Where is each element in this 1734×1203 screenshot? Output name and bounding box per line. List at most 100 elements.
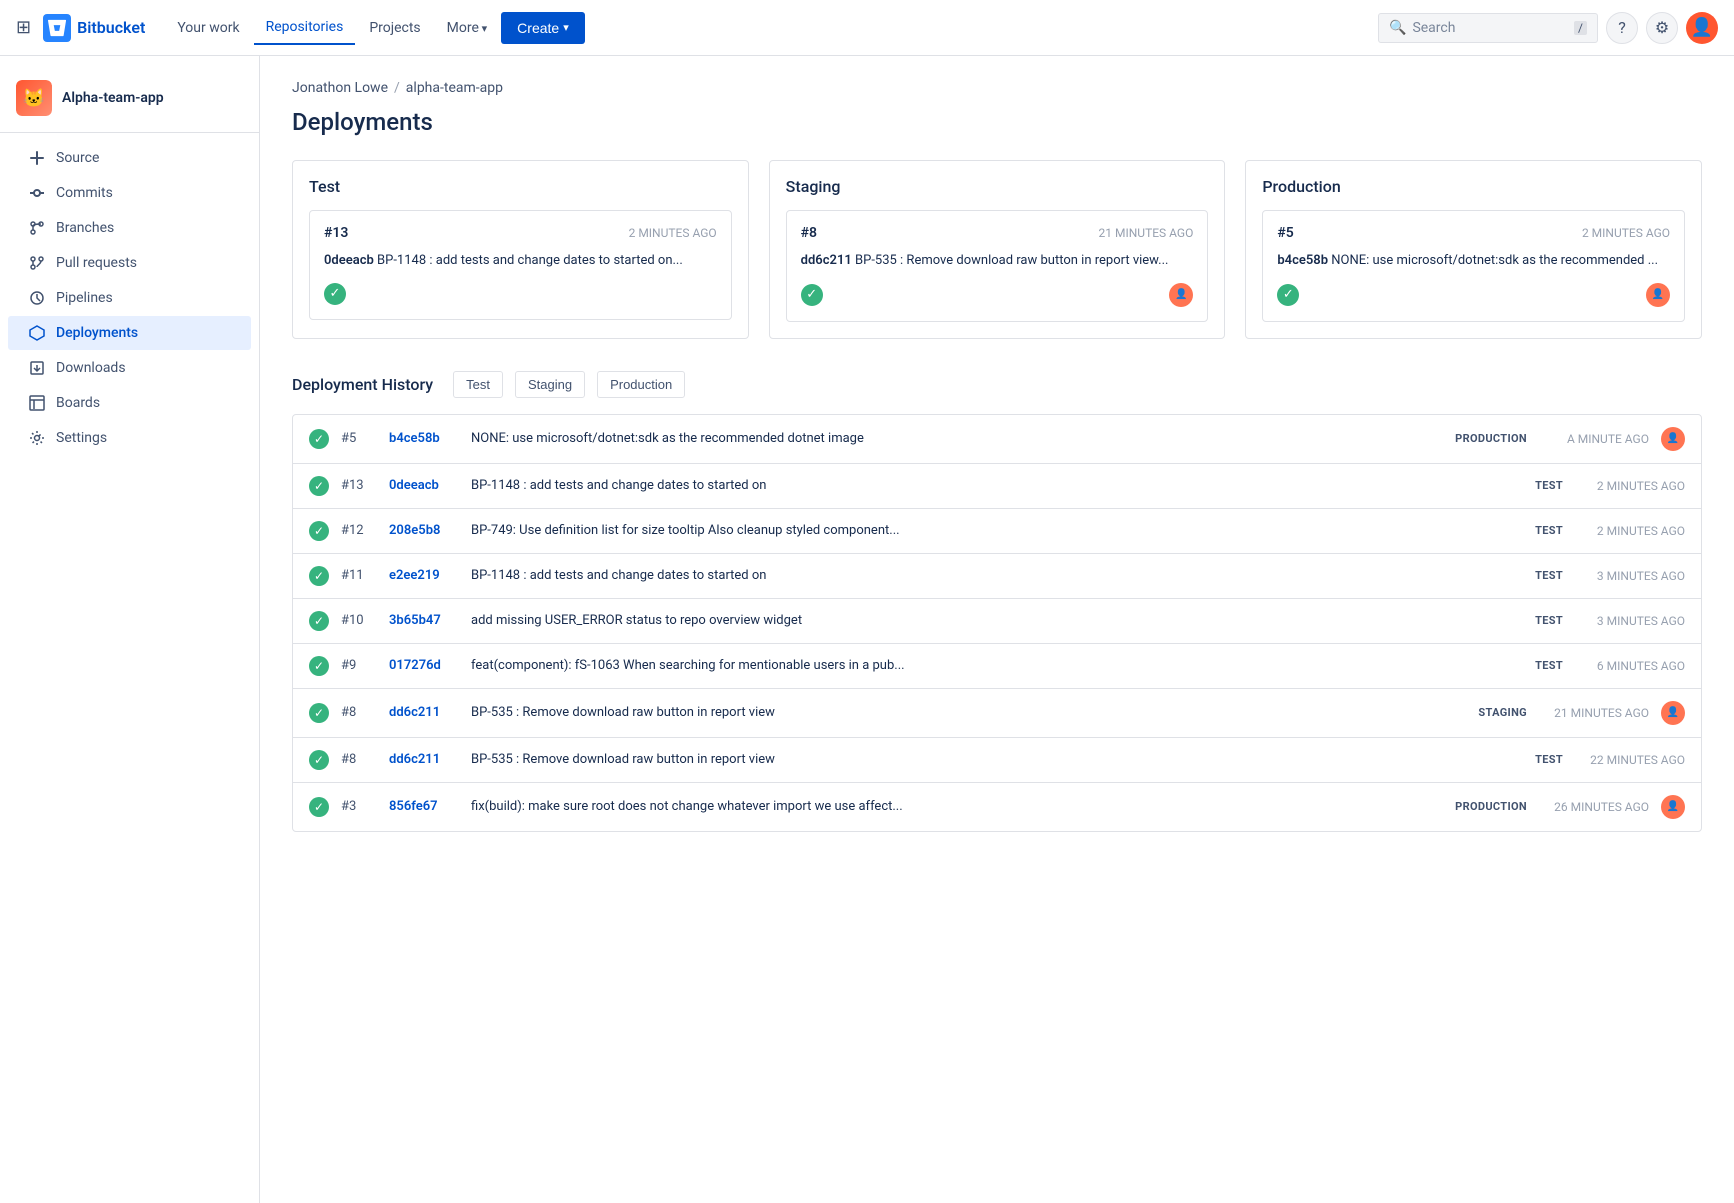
sidebar-item-deployments-label: Deployments [56,325,138,341]
history-row-8-num: #3 [341,799,377,814]
sidebar-item-settings[interactable]: Settings [8,421,251,455]
sidebar-item-source[interactable]: Source [8,141,251,175]
help-button[interactable]: ? [1606,12,1638,44]
history-row-8-time: 26 MINUTES AGO [1539,800,1649,814]
history-row-8[interactable]: ✓ #3 856fe67 fix(build): make sure root … [293,783,1701,831]
history-row-4-time: 3 MINUTES AGO [1575,614,1685,628]
env-card-test-status-icon: ✓ [324,283,346,305]
search-shortcut-key: / [1574,21,1587,35]
history-row-8-status: ✓ [309,797,329,817]
env-card-test-num: #13 [324,225,348,241]
history-row-3-num: #11 [341,568,377,583]
breadcrumb-user[interactable]: Jonathon Lowe [292,80,388,96]
env-card-staging-num: #8 [801,225,817,241]
breadcrumb-separator: / [394,80,400,96]
history-row-3-hash: e2ee219 [389,568,459,583]
history-row-7-message: BP-535 : Remove download raw button in r… [471,752,1471,767]
history-row-6-hash: dd6c211 [389,705,459,720]
history-row-3-status: ✓ [309,566,329,586]
commits-icon [28,184,46,202]
env-card-staging-avatar: 👤 [1169,283,1193,307]
history-header: Deployment History Test Staging Producti… [292,371,1702,398]
sidebar-item-source-label: Source [56,150,99,166]
main-content: Jonathon Lowe / alpha-team-app Deploymen… [260,56,1734,1203]
nav-your-work[interactable]: Your work [165,12,251,44]
sidebar-item-pull-requests[interactable]: Pull requests [8,246,251,280]
settings-button[interactable]: ⚙ [1646,12,1678,44]
nav-more[interactable]: More [435,12,500,44]
history-row-5-num: #9 [341,658,377,673]
app-layout: 🐱 Alpha-team-app Source Commits Branches [0,56,1734,1203]
history-filter-test[interactable]: Test [453,371,503,398]
downloads-icon [28,359,46,377]
history-filter-production[interactable]: Production [597,371,685,398]
sidebar-item-branches-label: Branches [56,220,114,236]
grid-icon[interactable]: ⊞ [16,17,31,38]
sidebar: 🐱 Alpha-team-app Source Commits Branches [0,56,260,1203]
search-bar[interactable]: 🔍 Search / [1378,13,1598,43]
history-row-5[interactable]: ✓ #9 017276d feat(component): fS-1063 Wh… [293,644,1701,689]
history-row-3[interactable]: ✓ #11 e2ee219 BP-1148 : add tests and ch… [293,554,1701,599]
env-card-test-commit: 0deeacb BP-1148 : add tests and change d… [324,251,717,271]
pull-requests-icon [28,254,46,272]
env-card-production-time: 2 MINUTES AGO [1582,226,1670,240]
history-row-3-env: TEST [1483,569,1563,582]
sidebar-item-boards[interactable]: Boards [8,386,251,420]
history-row-1-time: 2 MINUTES AGO [1575,479,1685,493]
history-row-6-avatar: 👤 [1661,701,1685,725]
history-table: ✓ #5 b4ce58b NONE: use microsoft/dotnet:… [292,414,1702,832]
branches-icon [28,219,46,237]
history-filter-staging[interactable]: Staging [515,371,585,398]
env-card-production-header: #5 2 MINUTES AGO [1277,225,1670,241]
boards-icon [28,394,46,412]
history-row-4-hash: 3b65b47 [389,613,459,628]
sidebar-item-pipelines[interactable]: Pipelines [8,281,251,315]
env-card-production: Production #5 2 MINUTES AGO b4ce58b NONE… [1245,160,1702,339]
env-card-test: Test #13 2 MINUTES AGO 0deeacb BP-1148 :… [292,160,749,339]
nav-projects[interactable]: Projects [357,12,432,44]
history-row-7-time: 22 MINUTES AGO [1575,753,1685,767]
bitbucket-logo-text: Bitbucket [77,18,145,37]
repo-icon-bg: 🐱 [16,80,52,116]
history-row-8-hash: 856fe67 [389,799,459,814]
history-row-0-time: A MINUTE AGO [1539,432,1649,446]
history-row-4[interactable]: ✓ #10 3b65b47 add missing USER_ERROR sta… [293,599,1701,644]
history-row-2[interactable]: ✓ #12 208e5b8 BP-749: Use definition lis… [293,509,1701,554]
history-row-5-message: feat(component): fS-1063 When searching … [471,658,1471,673]
environment-cards: Test #13 2 MINUTES AGO 0deeacb BP-1148 :… [292,160,1702,339]
env-card-staging-commit: dd6c211 BP-535 : Remove download raw but… [801,251,1194,271]
history-row-5-hash: 017276d [389,658,459,673]
sidebar-item-branches[interactable]: Branches [8,211,251,245]
sidebar-item-commits[interactable]: Commits [8,176,251,210]
history-row-7-status: ✓ [309,750,329,770]
env-card-staging-hash: dd6c211 [801,253,852,268]
env-card-staging-title: Staging [786,177,1209,196]
logo[interactable]: Bitbucket [43,14,145,42]
nav-repositories[interactable]: Repositories [254,11,356,45]
env-card-staging-status-icon: ✓ [801,284,823,306]
env-card-test-header: #13 2 MINUTES AGO [324,225,717,241]
sidebar-item-pipelines-label: Pipelines [56,290,113,306]
history-row-7[interactable]: ✓ #8 dd6c211 BP-535 : Remove download ra… [293,738,1701,783]
repo-icon: 🐱 [16,80,52,116]
breadcrumb-repo[interactable]: alpha-team-app [406,80,503,96]
sidebar-item-deployments[interactable]: Deployments [8,316,251,350]
breadcrumb: Jonathon Lowe / alpha-team-app [292,80,1702,96]
sidebar-item-downloads[interactable]: Downloads [8,351,251,385]
user-avatar[interactable]: 👤 [1686,12,1718,44]
history-row-0[interactable]: ✓ #5 b4ce58b NONE: use microsoft/dotnet:… [293,415,1701,464]
history-row-2-status: ✓ [309,521,329,541]
history-row-1-message: BP-1148 : add tests and change dates to … [471,478,1471,493]
env-card-test-footer: ✓ [324,283,717,305]
history-row-1[interactable]: ✓ #13 0deeacb BP-1148 : add tests and ch… [293,464,1701,509]
create-button[interactable]: Create [501,12,585,44]
history-row-1-num: #13 [341,478,377,493]
sidebar-item-settings-label: Settings [56,430,107,446]
page-title: Deployments [292,108,1702,136]
history-row-4-env: TEST [1483,614,1563,627]
history-row-5-status: ✓ [309,656,329,676]
bitbucket-logo-icon [43,14,71,42]
env-card-test-title: Test [309,177,732,196]
env-card-production-status-icon: ✓ [1277,284,1299,306]
history-row-6[interactable]: ✓ #8 dd6c211 BP-535 : Remove download ra… [293,689,1701,738]
